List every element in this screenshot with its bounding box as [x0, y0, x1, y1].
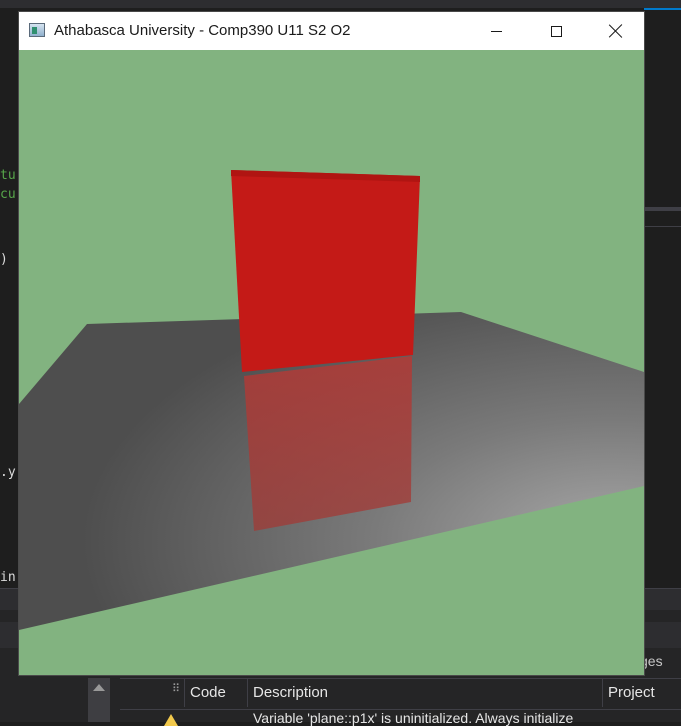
opengl-viewport[interactable] — [19, 50, 644, 675]
app-window-icon[interactable] — [29, 23, 45, 37]
scene-render — [19, 50, 644, 675]
ide-editor-splitter[interactable] — [644, 207, 681, 211]
maximize-button[interactable] — [533, 12, 579, 50]
minimize-button[interactable] — [473, 12, 519, 50]
app-window: Athabasca University - Comp390 U11 S2 O2 — [19, 12, 644, 675]
code-fragment: ) — [0, 252, 8, 267]
window-title: Athabasca University - Comp390 U11 S2 O2 — [54, 22, 351, 39]
close-icon — [609, 24, 623, 38]
code-fragment: in — [0, 570, 16, 585]
column-separator[interactable] — [602, 679, 603, 707]
close-button[interactable] — [593, 12, 639, 50]
code-fragment: .y — [0, 465, 16, 480]
column-header-project[interactable]: Project — [608, 684, 655, 701]
maximize-icon — [550, 25, 562, 37]
scroll-up-arrow-icon[interactable] — [93, 684, 105, 691]
code-fragment: cu — [0, 187, 16, 202]
cube-reflection — [244, 356, 412, 531]
ide-title-strip — [0, 0, 681, 8]
column-header-description[interactable]: Description — [253, 684, 328, 701]
red-cube — [231, 170, 420, 372]
warning-icon — [164, 714, 178, 726]
column-separator[interactable] — [247, 679, 248, 707]
window-titlebar[interactable]: Athabasca University - Comp390 U11 S2 O2 — [19, 12, 644, 50]
column-header-code[interactable]: Code — [190, 684, 226, 701]
code-fragment: tu — [0, 168, 16, 183]
column-separator[interactable] — [184, 679, 185, 707]
ide-editor-divider — [644, 226, 681, 227]
minimize-icon — [490, 30, 502, 32]
error-list-row-description[interactable]: Variable 'plane::p1x' is uninitialized. … — [253, 710, 573, 726]
column-grip-icon: ⠿ — [172, 682, 181, 695]
